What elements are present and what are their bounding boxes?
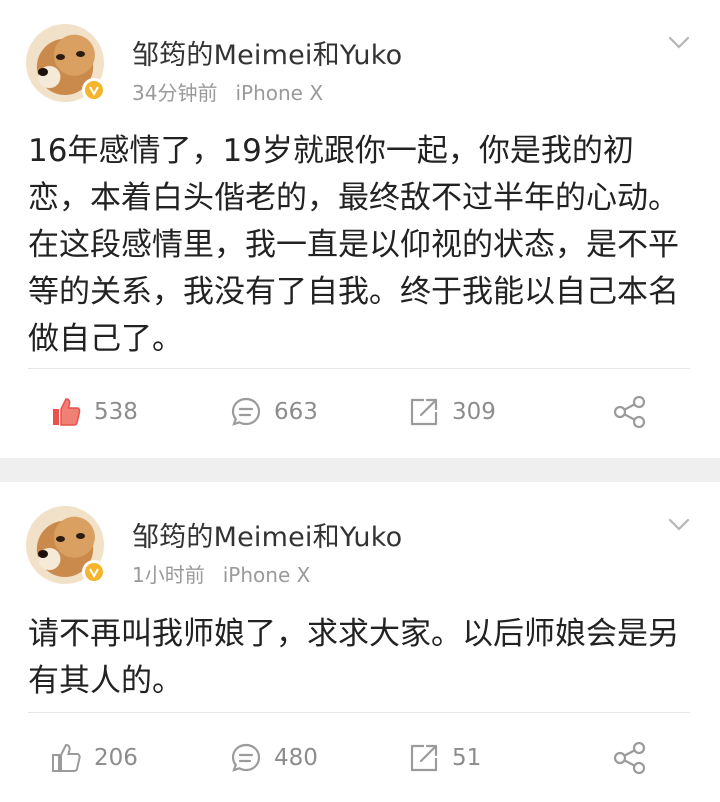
avatar-nose — [38, 68, 48, 76]
repost-count: 51 — [452, 745, 482, 771]
divider — [28, 712, 690, 713]
share-button[interactable] — [612, 728, 660, 788]
avatar[interactable] — [26, 506, 106, 584]
comment-button[interactable]: 480 — [230, 728, 318, 788]
post-time: 34分钟前 — [132, 81, 218, 105]
comment-icon — [231, 397, 261, 426]
thumbs-up-icon — [52, 743, 81, 772]
avatar-eye — [76, 533, 85, 539]
action-bar: 206 480 51 — [0, 728, 720, 788]
post-meta: 34分钟前 iPhone X — [132, 77, 323, 106]
chevron-down-icon[interactable] — [668, 518, 690, 532]
username[interactable]: 邹筠的Meimei和Yuko — [132, 33, 402, 72]
avatar-nose — [38, 550, 48, 558]
like-count: 206 — [94, 745, 138, 771]
share-icon — [613, 395, 646, 429]
avatar-eye — [56, 54, 65, 60]
post-device: iPhone X — [222, 563, 311, 587]
chevron-down-icon[interactable] — [668, 36, 690, 50]
action-bar: 538 663 309 — [0, 382, 720, 442]
repost-button[interactable]: 309 — [408, 382, 496, 442]
divider — [28, 368, 690, 369]
verified-badge-icon — [82, 78, 106, 102]
repost-icon — [410, 744, 438, 772]
username[interactable]: 邹筠的Meimei和Yuko — [132, 515, 402, 554]
verified-badge-icon — [82, 560, 106, 584]
repost-count: 309 — [452, 399, 496, 425]
post-time: 1小时前 — [132, 563, 205, 587]
comment-count: 480 — [274, 745, 318, 771]
comment-count: 663 — [274, 399, 318, 425]
repost-icon — [410, 398, 438, 426]
share-button[interactable] — [612, 382, 660, 442]
like-count: 538 — [94, 399, 138, 425]
share-icon — [613, 741, 646, 775]
post-content: 请不再叫我师娘了，求求大家。以后师娘会是另有其人的。 — [28, 616, 679, 699]
comment-button[interactable]: 663 — [230, 382, 318, 442]
thumbs-up-icon — [53, 398, 81, 426]
repost-button[interactable]: 51 — [408, 728, 481, 788]
weibo-post-2: 邹筠的Meimei和Yuko 1小时前 iPhone X 请不再叫我师娘了，求求大… — [0, 482, 720, 802]
avatar[interactable] — [26, 24, 106, 102]
post-device: iPhone X — [235, 81, 324, 105]
avatar-eye — [56, 536, 65, 542]
like-button[interactable]: 206 — [50, 728, 138, 788]
post-meta: 1小时前 iPhone X — [132, 559, 310, 588]
comment-icon — [231, 743, 261, 772]
avatar-eye — [76, 51, 85, 57]
weibo-post-1: 邹筠的Meimei和Yuko 34分钟前 iPhone X 16年感情了，19岁就… — [0, 0, 720, 458]
post-content: 16年感情了，19岁就跟你一起，你是我的初恋，本着白头偕老的，最终敌不过半年的心… — [28, 133, 679, 357]
like-button[interactable]: 538 — [50, 382, 138, 442]
